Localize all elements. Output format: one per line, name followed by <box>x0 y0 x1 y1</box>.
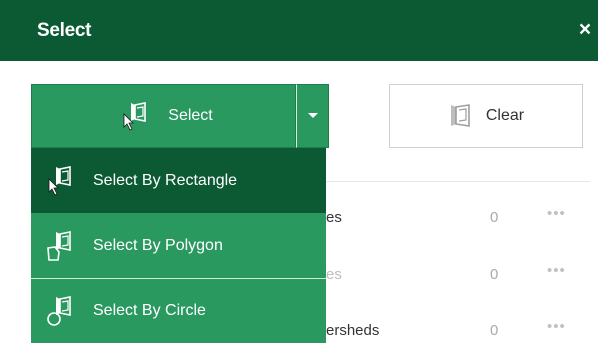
select-rectangle-icon <box>48 165 71 196</box>
divider <box>326 181 590 182</box>
select-button[interactable]: Select <box>31 84 296 148</box>
clear-button[interactable]: Clear <box>389 84 583 148</box>
menu-item-label: Select By Circle <box>93 302 206 319</box>
caret-down-icon <box>308 113 318 118</box>
menu-item-select-by-rectangle[interactable]: Select By Rectangle <box>31 148 326 213</box>
layer-row[interactable]: ersheds 0 ••• <box>326 318 598 343</box>
menu-item-label: Select By Polygon <box>93 236 223 254</box>
more-options-icon[interactable]: ••• <box>547 262 566 279</box>
clear-selection-icon <box>450 104 470 127</box>
close-button[interactable]: × <box>574 18 596 42</box>
panel-title: Select <box>37 20 92 41</box>
select-rectangle-icon <box>123 102 147 131</box>
layer-name: es <box>326 209 342 226</box>
layer-row[interactable]: es 0 ••• <box>326 205 598 231</box>
layer-count: 0 <box>490 209 499 226</box>
clear-button-label: Clear <box>485 107 525 124</box>
menu-item-label: Select By Rectangle <box>93 171 238 189</box>
layer-name: ersheds <box>326 322 380 339</box>
select-polygon-icon <box>47 230 71 261</box>
select-mode-menu: Select By Rectangle Select By Polygon Se… <box>31 148 326 343</box>
layer-row[interactable]: es 0 ••• <box>326 262 598 288</box>
select-dropdown-toggle[interactable] <box>296 84 329 148</box>
more-options-icon[interactable]: ••• <box>547 205 566 222</box>
select-circle-icon <box>47 296 71 326</box>
layer-name: es <box>326 266 342 283</box>
panel-header: Select × <box>0 0 598 61</box>
layer-count: 0 <box>490 266 499 283</box>
layer-count: 0 <box>490 322 499 339</box>
menu-item-select-by-circle[interactable]: Select By Circle <box>31 278 326 343</box>
select-button-label: Select <box>168 107 213 124</box>
menu-item-select-by-polygon[interactable]: Select By Polygon <box>31 213 326 278</box>
more-options-icon[interactable]: ••• <box>547 318 566 335</box>
